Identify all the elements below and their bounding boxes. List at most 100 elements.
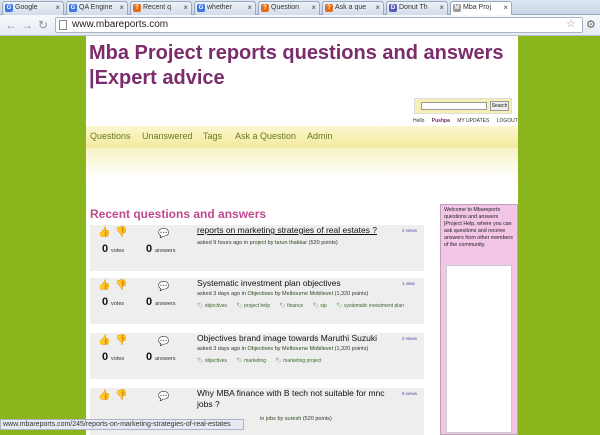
tag-systematic-investment-plan[interactable]: 🏷 systematic investment plan xyxy=(336,303,408,309)
in-label: in xyxy=(243,240,249,246)
close-icon[interactable]: × xyxy=(55,2,60,14)
thumbs-up-icon[interactable]: 👍 xyxy=(98,227,110,238)
nav-admin[interactable]: Admin xyxy=(307,131,333,141)
browser-tab[interactable]: G QA Engine × xyxy=(66,1,128,15)
tag-list: 🏷 objectives 🏷 project help 🏷 finance 🏷 … xyxy=(197,303,412,309)
category-link[interactable]: Objectives xyxy=(247,346,273,352)
tag-objectives[interactable]: 🏷 objectives xyxy=(197,358,231,364)
tag-marketing-project[interactable]: 🏷 marketing project xyxy=(275,358,325,364)
answers-label: answers xyxy=(155,248,176,254)
user-name[interactable]: Pushpa xyxy=(432,118,450,124)
nav-tags[interactable]: Tags xyxy=(203,131,222,141)
vote-count: 0 xyxy=(102,243,109,255)
wrench-icon[interactable]: ⚙ xyxy=(586,18,596,31)
tab-label: Question xyxy=(271,4,300,11)
browser-tab[interactable]: ? Question × xyxy=(258,1,320,15)
question-item: 👍 👎 0 votes 💬 0 answers Objectives brand… xyxy=(90,333,424,379)
answers-label: answers xyxy=(155,356,176,362)
user-link[interactable]: Melbourne Mobilevet xyxy=(282,346,333,352)
category-link[interactable]: project xyxy=(250,240,267,246)
view-count: 1 view xyxy=(402,281,415,286)
question-title[interactable]: Objectives brand image towards Maruthi S… xyxy=(197,333,397,344)
tab-label: Recent q xyxy=(143,4,172,11)
asked-when: 3 days ago xyxy=(213,346,241,352)
tag-list: 🏷 objectives 🏷 marketing 🏷 marketing pro… xyxy=(197,358,330,364)
browser-tab[interactable]: D Donut Th × xyxy=(386,1,448,15)
tab-label: Ask a que xyxy=(335,4,367,11)
user-bar: Hello Pushpa MY UPDATES LOGOUT xyxy=(413,118,518,124)
speech-bubble-icon: 💬 xyxy=(158,391,170,401)
user-points: (1,320 points) xyxy=(334,346,369,352)
reload-icon[interactable]: ↻ xyxy=(36,18,50,32)
question-item: 👍 👎 0 votes 💬 0 answers Systematic inves… xyxy=(90,278,424,324)
in-label: in xyxy=(241,291,246,297)
in-label: in xyxy=(260,416,265,422)
view-count: 2 views xyxy=(402,228,418,233)
user-points: (520 points) xyxy=(308,240,338,246)
thumbs-down-icon[interactable]: 👎 xyxy=(115,390,127,401)
nav-unanswered[interactable]: Unanswered xyxy=(142,131,193,141)
tab-label: QA Engine xyxy=(79,4,113,11)
forward-arrow-icon[interactable]: → xyxy=(20,18,34,32)
category-link[interactable]: Objectives xyxy=(247,291,273,297)
search-box: Search xyxy=(414,98,512,114)
nav-questions[interactable]: Questions xyxy=(90,131,131,141)
asked-label: asked xyxy=(197,291,212,297)
greeting: Hello Pushpa xyxy=(413,118,450,124)
address-bar[interactable]: www.mbareports.com xyxy=(55,17,583,33)
tag-sip[interactable]: 🏷 sip xyxy=(313,303,331,309)
category-link[interactable]: jobs xyxy=(266,416,276,422)
close-icon[interactable]: × xyxy=(247,2,252,14)
question-title[interactable]: Systematic investment plan objectives xyxy=(197,278,397,289)
thumbs-down-icon[interactable]: 👎 xyxy=(115,227,127,238)
tag-project-help[interactable]: 🏷 project help xyxy=(236,303,274,309)
back-arrow-icon[interactable]: ← xyxy=(4,18,18,32)
greeting-prefix: Hello xyxy=(413,118,425,124)
close-icon[interactable]: × xyxy=(311,2,316,14)
browser-tab[interactable]: G Google × xyxy=(2,1,64,15)
close-icon[interactable]: × xyxy=(375,2,380,14)
close-icon[interactable]: × xyxy=(503,2,508,14)
thumbs-up-icon[interactable]: 👍 xyxy=(98,335,110,346)
user-link[interactable]: tarun thakkar xyxy=(275,240,307,246)
user-points: (1,320 points) xyxy=(334,291,369,297)
question-favicon-icon: ? xyxy=(261,4,269,12)
tab-label: Google xyxy=(15,4,38,11)
nav-ask-question[interactable]: Ask a Question xyxy=(235,131,296,141)
browser-tab[interactable]: ? Ask a que × xyxy=(322,1,384,15)
vote-count: 0 xyxy=(102,296,109,308)
thumbs-up-icon[interactable]: 👍 xyxy=(98,280,110,291)
tag-objectives[interactable]: 🏷 objectives xyxy=(197,303,231,309)
site-title[interactable]: Mba Project reports questions and answer… xyxy=(89,41,509,91)
question-meta: asked 3 days ago in Objectives by Melbou… xyxy=(197,291,417,297)
question-title[interactable]: Why MBA finance with B tech not suitable… xyxy=(197,388,387,410)
close-icon[interactable]: × xyxy=(119,2,124,14)
asked-label: asked xyxy=(197,346,212,352)
tag-marketing[interactable]: 🏷 marketing xyxy=(236,358,270,364)
google-favicon-icon: G xyxy=(69,4,77,12)
tab-label: whether xyxy=(207,4,232,11)
welcome-text: Welcome to Mbareports questions and answ… xyxy=(444,207,513,248)
page-content: Mba Project reports questions and answer… xyxy=(86,36,518,435)
thumbs-down-icon[interactable]: 👎 xyxy=(115,280,127,291)
tab-label: Donut Th xyxy=(399,4,428,11)
close-icon[interactable]: × xyxy=(439,2,444,14)
bookmark-star-icon[interactable]: ☆ xyxy=(566,17,576,30)
user-link[interactable]: Melbourne Mobilevet xyxy=(282,291,333,297)
search-button[interactable]: Search xyxy=(490,101,509,111)
question-title[interactable]: reports on marketing strategies of real … xyxy=(197,225,397,236)
thumbs-up-icon[interactable]: 👍 xyxy=(98,390,110,401)
tag-finance[interactable]: 🏷 finance xyxy=(279,303,307,309)
search-input[interactable] xyxy=(421,102,487,110)
user-link[interactable]: suresh xyxy=(285,416,302,422)
browser-tab[interactable]: Gwhether × xyxy=(194,1,256,15)
browser-tab[interactable]: ? Recent q × xyxy=(130,1,192,15)
close-icon[interactable]: × xyxy=(183,2,188,14)
tag-label: marketing project xyxy=(283,358,322,364)
logout-link[interactable]: LOGOUT xyxy=(497,118,518,124)
view-count: 5 views xyxy=(402,391,418,396)
url-text: www.mbareports.com xyxy=(72,19,169,30)
browser-tab-active[interactable]: M Mba Proj × xyxy=(450,1,512,16)
thumbs-down-icon[interactable]: 👎 xyxy=(115,335,127,346)
my-updates-link[interactable]: MY UPDATES xyxy=(457,118,489,124)
